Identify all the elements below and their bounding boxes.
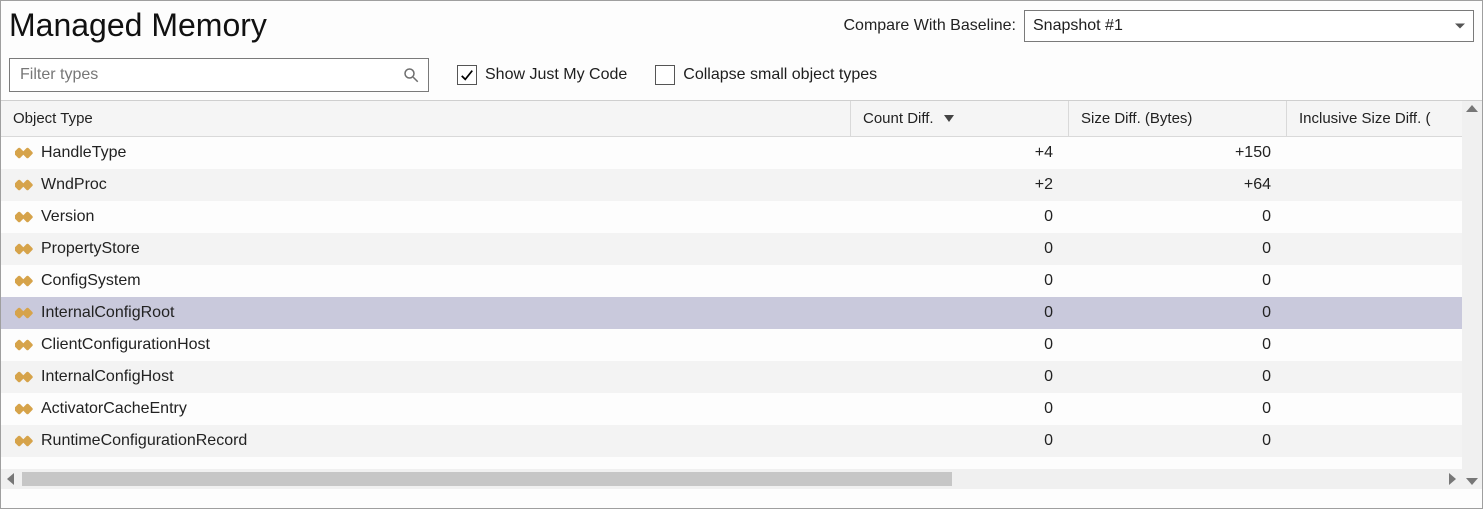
cell-count-diff: 0 <box>851 400 1069 418</box>
cell-size-diff: 0 <box>1069 368 1287 386</box>
cell-count-diff: 0 <box>851 432 1069 450</box>
cell-object-type: InternalConfigHost <box>1 368 851 386</box>
cell-count-diff: 0 <box>851 304 1069 322</box>
table-row[interactable]: WndProc +2+64 <box>1 169 1462 201</box>
scroll-left-icon <box>7 473 14 485</box>
cell-size-diff: 0 <box>1069 336 1287 354</box>
page-title: Managed Memory <box>9 7 267 44</box>
show-just-my-code-checkbox[interactable]: Show Just My Code <box>457 65 627 85</box>
search-icon <box>402 66 420 84</box>
table-row[interactable]: InternalConfigRoot 00 <box>1 297 1462 329</box>
table-row[interactable]: ActivatorCacheEntry 00 <box>1 393 1462 425</box>
cell-object-type: WndProc <box>1 176 851 194</box>
object-type-name: Version <box>41 208 94 226</box>
cell-count-diff: 0 <box>851 272 1069 290</box>
cell-object-type: HandleType <box>1 144 851 162</box>
class-icon <box>15 178 35 192</box>
grid-rows: HandleType+4+150 WndProc+2+64 Version00 … <box>1 137 1462 489</box>
cell-size-diff: 0 <box>1069 208 1287 226</box>
table-row[interactable]: HandleType +4+150 <box>1 137 1462 169</box>
show-just-my-code-label: Show Just My Code <box>485 66 627 84</box>
table-row[interactable]: ClientConfigurationHost 00 <box>1 329 1462 361</box>
class-icon <box>15 402 35 416</box>
table-row[interactable]: RuntimeConfigurationRecord 00 <box>1 425 1462 457</box>
object-type-name: InternalConfigRoot <box>41 304 174 322</box>
table-row[interactable]: InternalConfigHost 00 <box>1 361 1462 393</box>
column-label: Size Diff. (Bytes) <box>1081 110 1192 127</box>
collapse-small-label: Collapse small object types <box>683 66 877 84</box>
filter-types-input[interactable] <box>18 65 420 85</box>
column-label: Count Diff. <box>863 110 934 127</box>
column-size-diff[interactable]: Size Diff. (Bytes) <box>1069 101 1287 136</box>
cell-count-diff: +4 <box>851 144 1069 162</box>
cell-size-diff: +150 <box>1069 144 1287 162</box>
column-count-diff[interactable]: Count Diff. <box>851 101 1069 136</box>
cell-size-diff: +64 <box>1069 176 1287 194</box>
class-icon <box>15 434 35 448</box>
object-type-name: WndProc <box>41 176 107 194</box>
cell-count-diff: 0 <box>851 240 1069 258</box>
column-object-type[interactable]: Object Type <box>1 101 851 136</box>
sort-descending-icon <box>944 115 954 122</box>
table-row[interactable]: Version 00 <box>1 201 1462 233</box>
cell-object-type: Version <box>1 208 851 226</box>
cell-count-diff: 0 <box>851 368 1069 386</box>
vertical-scrollbar[interactable] <box>1462 101 1482 489</box>
cell-size-diff: 0 <box>1069 432 1287 450</box>
compare-baseline-label: Compare With Baseline: <box>843 17 1016 35</box>
compare-baseline-value: Snapshot #1 <box>1033 17 1123 35</box>
column-label: Inclusive Size Diff. ( <box>1299 110 1430 127</box>
class-icon <box>15 338 35 352</box>
class-icon <box>15 242 35 256</box>
object-type-name: ClientConfigurationHost <box>41 336 210 354</box>
column-headers: Object Type Count Diff. Size Diff. (Byte… <box>1 101 1462 137</box>
table-row[interactable]: ConfigSystem 00 <box>1 265 1462 297</box>
object-type-name: ActivatorCacheEntry <box>41 400 187 418</box>
scroll-thumb[interactable] <box>22 472 952 486</box>
scroll-right-icon <box>1449 473 1456 485</box>
table-row[interactable]: PropertyStore 00 <box>1 233 1462 265</box>
class-icon <box>15 370 35 384</box>
scroll-up-icon <box>1466 105 1478 112</box>
class-icon <box>15 146 35 160</box>
cell-size-diff: 0 <box>1069 272 1287 290</box>
class-icon <box>15 274 35 288</box>
cell-object-type: ConfigSystem <box>1 272 851 290</box>
object-type-name: InternalConfigHost <box>41 368 174 386</box>
cell-size-diff: 0 <box>1069 400 1287 418</box>
cell-object-type: RuntimeConfigurationRecord <box>1 432 851 450</box>
cell-count-diff: +2 <box>851 176 1069 194</box>
cell-object-type: ActivatorCacheEntry <box>1 400 851 418</box>
cell-object-type: PropertyStore <box>1 240 851 258</box>
filter-types-field[interactable] <box>9 58 429 92</box>
object-type-name: HandleType <box>41 144 126 162</box>
class-icon <box>15 306 35 320</box>
cell-count-diff: 0 <box>851 208 1069 226</box>
compare-baseline-select[interactable]: Snapshot #1 <box>1024 10 1474 42</box>
column-inclusive-size-diff[interactable]: Inclusive Size Diff. ( <box>1287 101 1455 136</box>
chevron-down-icon <box>1455 23 1465 28</box>
object-type-name: PropertyStore <box>41 240 140 258</box>
horizontal-scrollbar[interactable] <box>1 469 1462 489</box>
cell-object-type: InternalConfigRoot <box>1 304 851 322</box>
cell-object-type: ClientConfigurationHost <box>1 336 851 354</box>
object-type-name: ConfigSystem <box>41 272 141 290</box>
cell-count-diff: 0 <box>851 336 1069 354</box>
collapse-small-checkbox[interactable]: Collapse small object types <box>655 65 877 85</box>
checkbox-icon <box>655 65 675 85</box>
object-type-grid: Object Type Count Diff. Size Diff. (Byte… <box>1 101 1462 489</box>
class-icon <box>15 210 35 224</box>
object-type-name: RuntimeConfigurationRecord <box>41 432 247 450</box>
checkbox-icon <box>457 65 477 85</box>
cell-size-diff: 0 <box>1069 304 1287 322</box>
scroll-down-icon <box>1466 478 1478 485</box>
cell-size-diff: 0 <box>1069 240 1287 258</box>
column-label: Object Type <box>13 110 93 127</box>
